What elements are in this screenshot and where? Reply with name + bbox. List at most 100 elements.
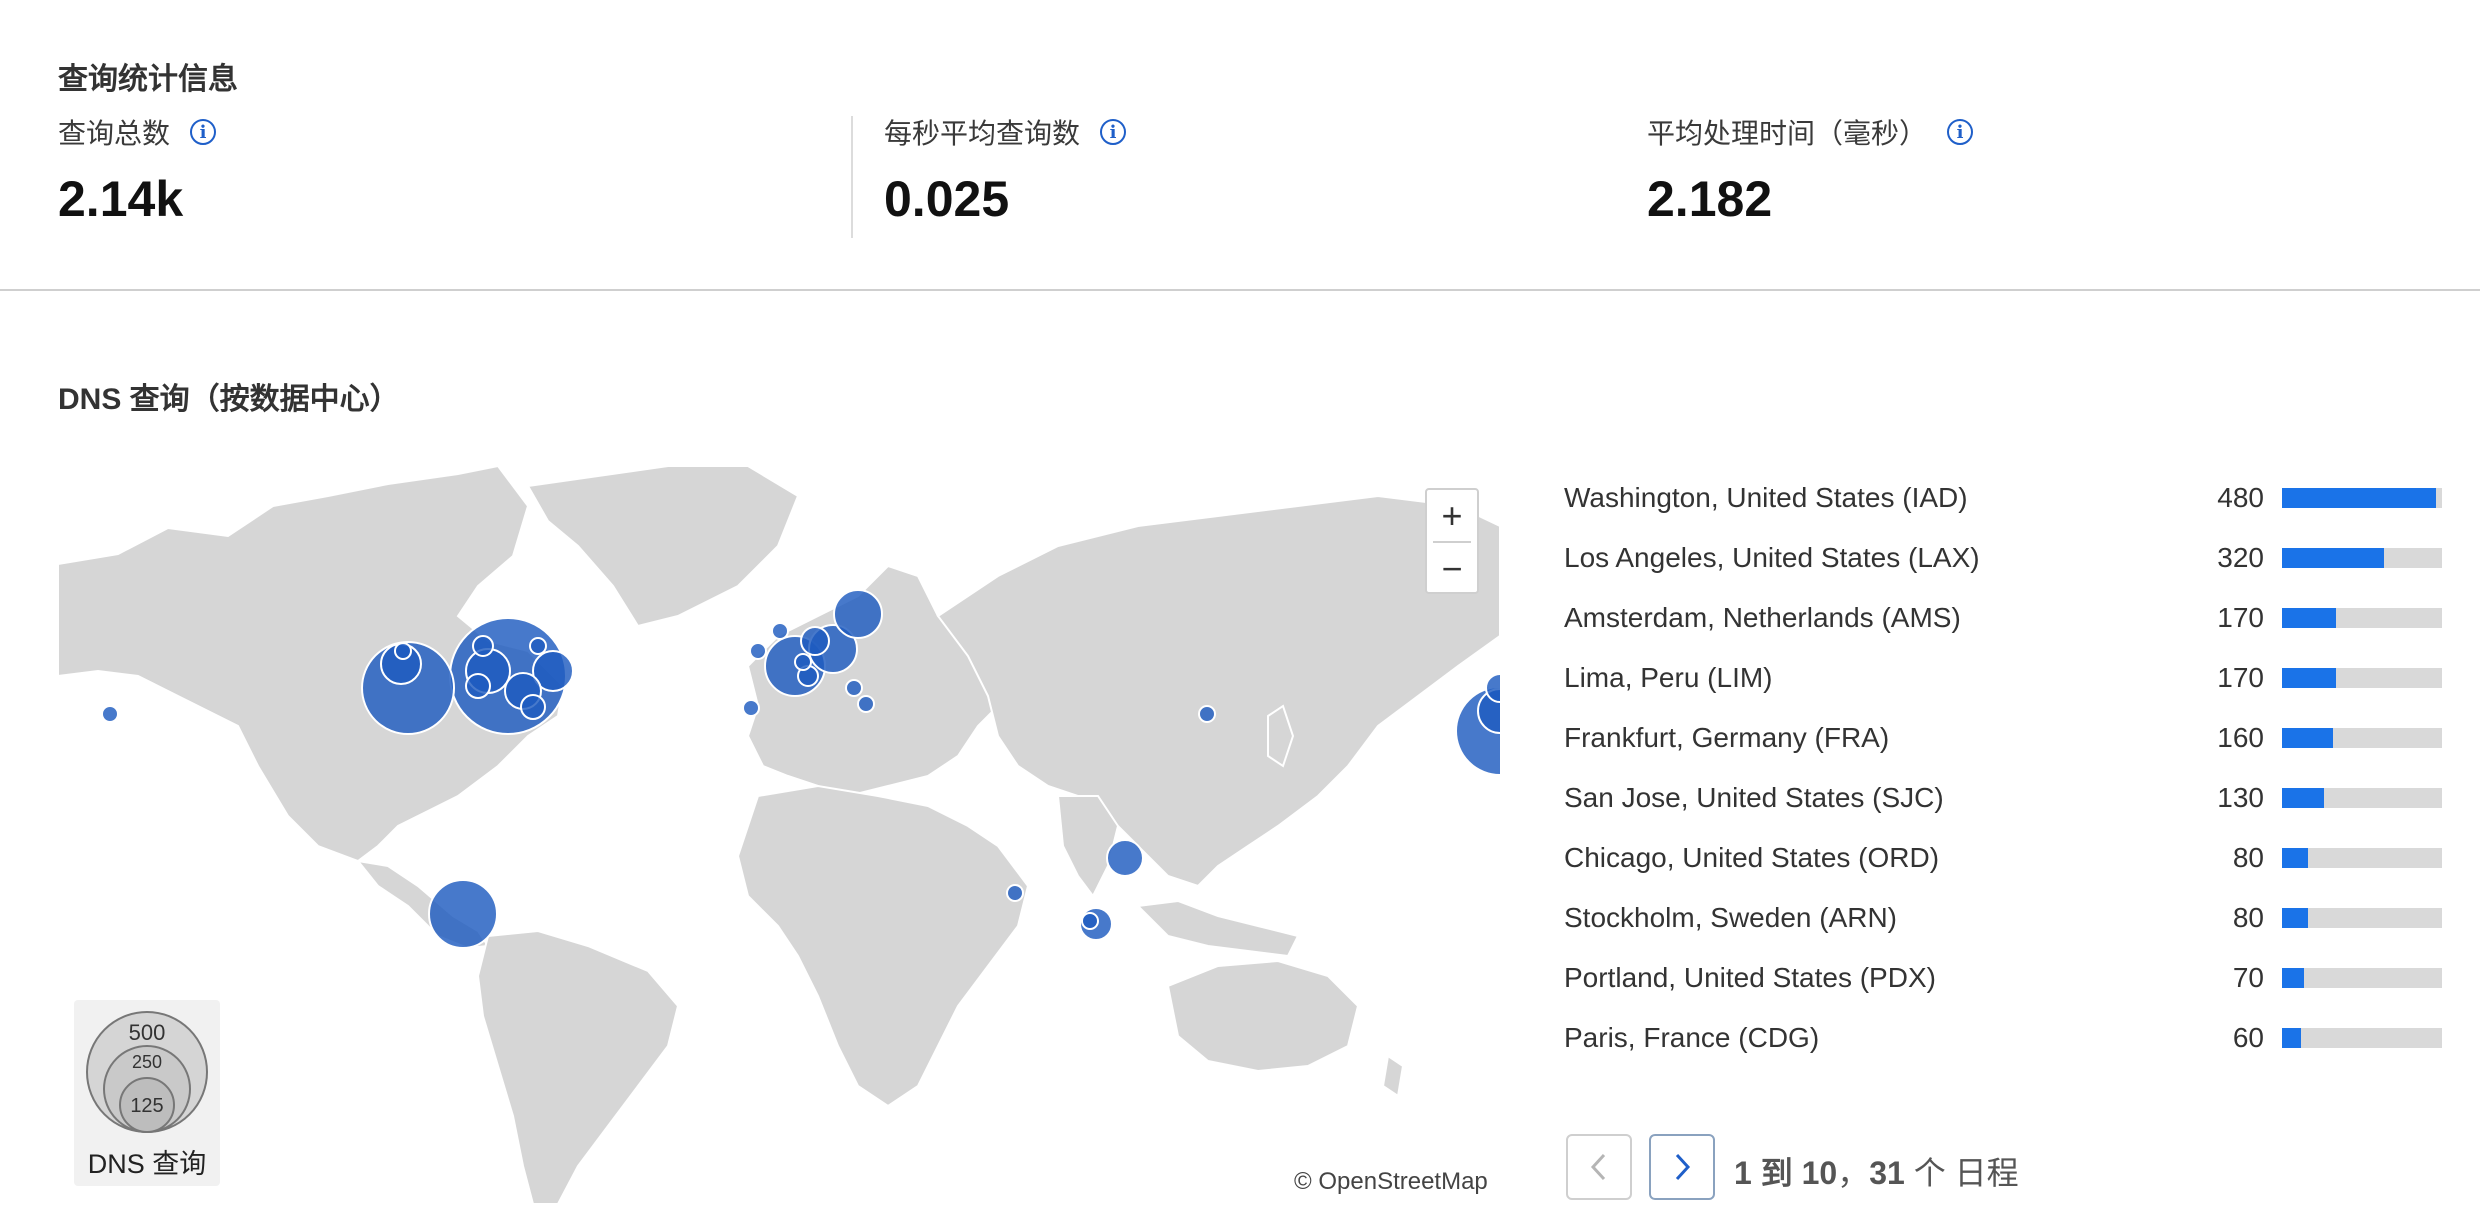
- datacenter-name: Paris, France (CDG): [1564, 1022, 1820, 1053]
- dns-query-bubble[interactable]: [1198, 705, 1216, 723]
- info-icon[interactable]: i: [1100, 119, 1127, 145]
- prev-page-button[interactable]: [1566, 1134, 1632, 1200]
- list-item: Portland, United States (PDX) 70: [1564, 952, 2444, 1012]
- dns-query-bubble[interactable]: [428, 879, 498, 949]
- dns-query-bubble[interactable]: [1006, 884, 1024, 902]
- stat-divider: [851, 116, 853, 238]
- pagination-summary: 1 到 10，31 个 日程: [1734, 1148, 2019, 1194]
- dns-query-bubble[interactable]: [472, 635, 494, 657]
- datacenter-name: Amsterdam, Netherlands (AMS): [1564, 602, 1961, 633]
- stat-queries-per-second: 每秒平均查询数 i 0.025: [884, 112, 1127, 228]
- stat-total-queries: 查询总数 i 2.14k: [58, 112, 217, 228]
- stat-label: 每秒平均查询数: [884, 118, 1081, 149]
- dns-query-bubble[interactable]: [529, 637, 547, 655]
- list-item: Lima, Peru (LIM) 170: [1564, 652, 2444, 712]
- world-map-canvas: [58, 466, 1500, 1204]
- legend-circles: 500 250 125: [86, 1011, 208, 1133]
- datacenter-bar: [2282, 668, 2442, 688]
- map-section-title: DNS 查询（按数据中心）: [58, 383, 400, 416]
- datacenter-bar-fill: [2282, 968, 2305, 988]
- datacenter-name: Stockholm, Sweden (ARN): [1564, 902, 1898, 933]
- stat-label: 平均处理时间（毫秒）: [1647, 118, 1928, 149]
- info-icon[interactable]: i: [1947, 119, 1974, 145]
- datacenter-count: 160: [2217, 722, 2264, 753]
- datacenter-count: 130: [2217, 782, 2264, 813]
- datacenter-bar: [2282, 908, 2442, 928]
- datacenter-bar-fill: [2282, 788, 2324, 808]
- dns-query-bubble[interactable]: [857, 695, 875, 713]
- datacenter-count: 170: [2217, 602, 2264, 633]
- dns-query-bubble[interactable]: [800, 626, 830, 656]
- datacenter-name: San Jose, United States (SJC): [1564, 782, 1944, 813]
- zoom-out-button[interactable]: −: [1427, 543, 1477, 594]
- datacenter-count: 320: [2217, 542, 2264, 573]
- legend-label-small: 125: [130, 1095, 163, 1117]
- list-item: San Jose, United States (SJC) 130: [1564, 772, 2444, 832]
- dns-query-bubble[interactable]: [794, 653, 812, 671]
- datacenter-bar: [2282, 608, 2442, 628]
- chevron-left-icon: [1590, 1153, 1606, 1181]
- datacenter-count: 80: [2232, 902, 2264, 933]
- pagination-range: 1 到 10: [1734, 1155, 1838, 1191]
- datacenter-name: Frankfurt, Germany (FRA): [1564, 722, 1890, 753]
- legend-label-medium: 250: [132, 1052, 162, 1072]
- datacenter-name: Los Angeles, United States (LAX): [1564, 542, 1980, 573]
- datacenter-bar-fill: [2282, 848, 2308, 868]
- land-indonesia: [1135, 899, 1300, 958]
- datacenter-name: Chicago, United States (ORD): [1564, 842, 1940, 873]
- world-map[interactable]: [58, 466, 1500, 1204]
- bubble-size-legend: 500 250 125 DNS 查询: [74, 1000, 220, 1186]
- stat-value: 2.14k: [58, 171, 184, 227]
- datacenter-bar-fill: [2282, 908, 2308, 928]
- legend-label-large: 500: [129, 1020, 166, 1045]
- land-greenland: [526, 466, 800, 628]
- dns-query-bubble[interactable]: [101, 705, 119, 723]
- datacenter-bar-fill: [2282, 548, 2385, 568]
- datacenter-bar-fill: [2282, 488, 2436, 508]
- list-item: Paris, France (CDG) 60: [1564, 1012, 2444, 1072]
- datacenter-list: Washington, United States (IAD) 480 Los …: [1564, 472, 2444, 1072]
- stat-label: 查询总数: [58, 118, 171, 149]
- dns-query-bubble[interactable]: [742, 699, 760, 717]
- pagination-separator: ，: [1837, 1155, 1870, 1191]
- dns-query-bubble[interactable]: [833, 589, 883, 639]
- list-item: Frankfurt, Germany (FRA) 160: [1564, 712, 2444, 772]
- info-icon[interactable]: i: [190, 119, 217, 145]
- land-india: [1056, 795, 1120, 898]
- datacenter-bar-fill: [2282, 608, 2337, 628]
- dns-query-bubble[interactable]: [465, 673, 491, 699]
- next-page-button[interactable]: [1649, 1134, 1715, 1200]
- list-item: Chicago, United States (ORD) 80: [1564, 832, 2444, 892]
- land-masses: [58, 466, 1500, 1204]
- datacenter-bar: [2282, 488, 2442, 508]
- datacenter-count: 80: [2232, 842, 2264, 873]
- dns-query-bubble[interactable]: [749, 642, 767, 660]
- stat-value: 0.025: [884, 171, 1010, 227]
- datacenter-count: 480: [2217, 482, 2264, 513]
- stats-section-title: 查询统计信息: [58, 63, 238, 96]
- pagination-total: 31: [1869, 1155, 1905, 1191]
- datacenter-count: 60: [2232, 1022, 2264, 1053]
- list-item: Stockholm, Sweden (ARN) 80: [1564, 892, 2444, 952]
- dns-query-bubble[interactable]: [520, 694, 546, 720]
- land-africa: [736, 784, 1030, 1108]
- dns-query-bubble[interactable]: [394, 642, 412, 660]
- dns-query-bubble[interactable]: [1081, 912, 1099, 930]
- list-item: Washington, United States (IAD) 480: [1564, 472, 2444, 532]
- datacenter-name: Portland, United States (PDX): [1564, 962, 1936, 993]
- land-asia: [936, 494, 1500, 888]
- map-attribution[interactable]: © OpenStreetMap: [1294, 1168, 1488, 1196]
- datacenter-name: Lima, Peru (LIM): [1564, 662, 1773, 693]
- datacenter-bar: [2282, 548, 2442, 568]
- dns-query-bubble[interactable]: [771, 622, 789, 640]
- chevron-right-icon: [1675, 1153, 1691, 1181]
- list-item: Los Angeles, United States (LAX) 320: [1564, 532, 2444, 592]
- pagination-suffix: 个 日程: [1904, 1155, 2019, 1191]
- legend-title: DNS 查询: [87, 1149, 207, 1179]
- dns-query-bubble[interactable]: [1106, 839, 1144, 877]
- zoom-in-button[interactable]: +: [1427, 490, 1477, 541]
- datacenter-bar: [2282, 1028, 2442, 1048]
- datacenter-bar-fill: [2282, 668, 2337, 688]
- dns-query-bubble[interactable]: [845, 679, 863, 697]
- datacenter-bar: [2282, 728, 2442, 748]
